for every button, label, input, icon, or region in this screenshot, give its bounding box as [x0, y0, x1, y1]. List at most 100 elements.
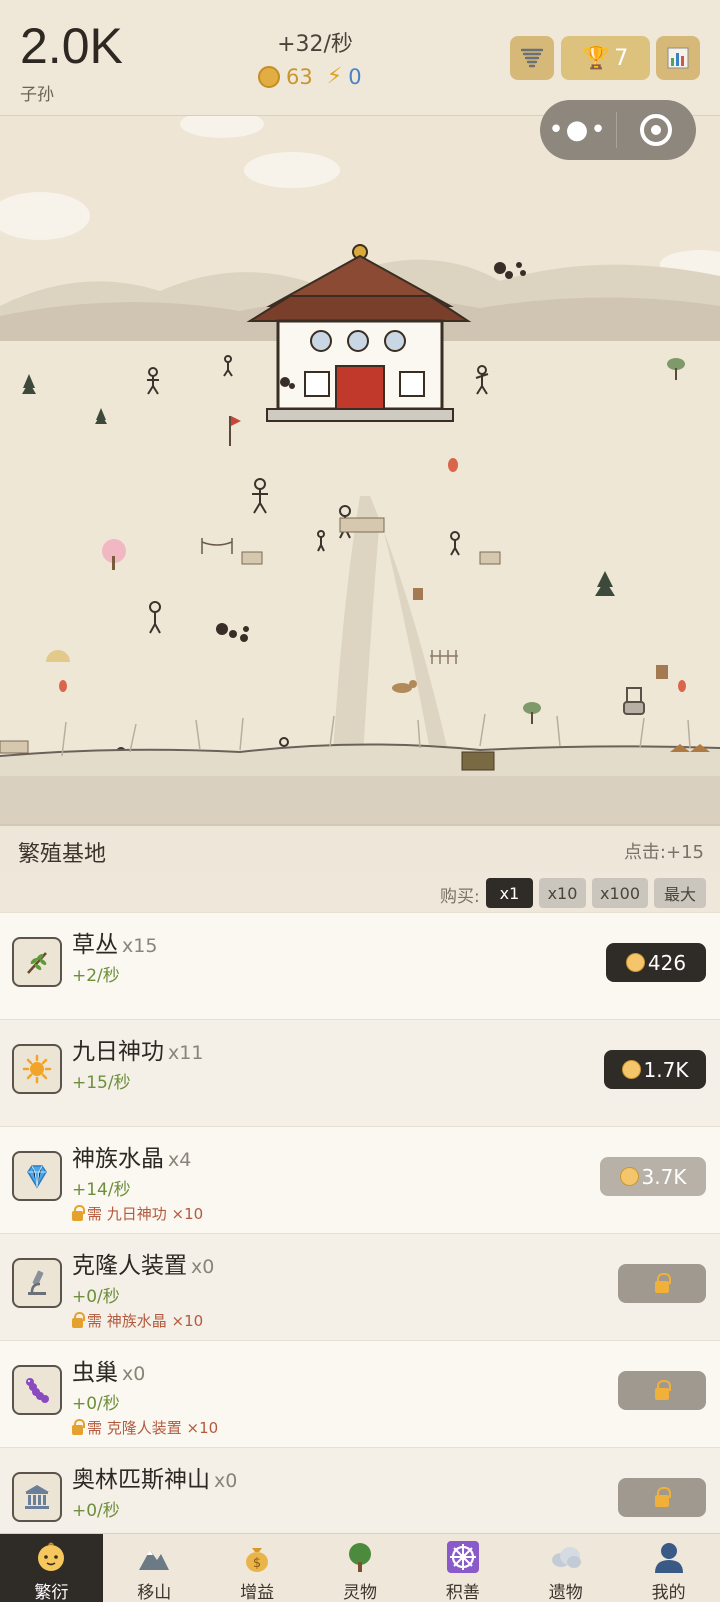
user-icon [652, 1540, 686, 1574]
buy-multiplier-bar: 购买: x1 x10 x100 最大 [0, 872, 720, 912]
scene-illustration [0, 116, 720, 824]
lock-icon [72, 1311, 85, 1328]
tab-label: 积善 [445, 1583, 480, 1602]
item-name: 奥林匹斯神山 x0 [72, 1467, 238, 1493]
target-icon [640, 114, 672, 146]
temple-icon [12, 1472, 62, 1522]
close-miniprogram-button[interactable] [617, 114, 695, 146]
lock-icon [655, 1272, 671, 1293]
bar-chart-icon [667, 47, 689, 69]
item-count: x0 [122, 1363, 146, 1385]
gem-icon [12, 1151, 62, 1201]
village-scene[interactable] [0, 116, 720, 824]
tornado-button[interactable] [510, 36, 554, 80]
top-header: 2.0K 子孙 +32/秒 63 ⚡ 0 🏆 7 [0, 0, 720, 116]
worm-icon [12, 1365, 62, 1415]
tab-boost[interactable]: $ 增益 [206, 1534, 309, 1602]
tab-charity[interactable]: 积善 [411, 1534, 514, 1602]
tornado-icon [520, 48, 544, 68]
item-name: 克隆人装置 x0 [72, 1253, 215, 1279]
item-count: x0 [214, 1470, 238, 1492]
lock-icon [655, 1379, 671, 1400]
energy-value: 0 [348, 64, 362, 89]
tab-reproduce[interactable]: 繁衍 [0, 1534, 103, 1602]
branch-icon [12, 937, 62, 987]
item-name: 虫巢 x0 [72, 1360, 146, 1386]
tab-label: 移山 [137, 1583, 172, 1602]
buy-item-button[interactable]: 3.7K [600, 1157, 706, 1196]
tab-profile[interactable]: 我的 [617, 1534, 720, 1602]
trophy-count: 7 [614, 45, 629, 71]
list-item: 克隆人装置 x0 +0/秒 需 神族水晶 ×10 [0, 1233, 720, 1340]
buy-item-button[interactable]: 426 [606, 943, 706, 982]
list-item: 神族水晶 x4 +14/秒 需 九日神功 ×10 3.7K [0, 1126, 720, 1233]
microscope-icon [12, 1258, 62, 1308]
sun-icon [12, 1044, 62, 1094]
location-name: 繁殖基地 [18, 842, 107, 867]
item-rate: +0/秒 [72, 1287, 120, 1307]
list-item: 奥林匹斯神山 x0 +0/秒 [0, 1447, 720, 1533]
item-count: x11 [168, 1042, 204, 1064]
tab-move-mountain[interactable]: 移山 [103, 1534, 206, 1602]
location-bar: 繁殖基地 点击:+15 [0, 824, 720, 872]
item-rate: +0/秒 [72, 1394, 120, 1414]
item-requirement: 需 九日神功 ×10 [72, 1203, 203, 1224]
buy-item-button[interactable]: 1.7K [604, 1050, 706, 1089]
tab-label: 灵物 [343, 1583, 377, 1602]
population-label: 子孙 [20, 85, 54, 105]
game-screen: 2.0K 子孙 +32/秒 63 ⚡ 0 🏆 7 •●• 繁殖基地 点击:+15… [0, 0, 720, 1602]
list-item: 草丛 x15 +2/秒 426 [0, 912, 720, 1019]
tab-label: 繁衍 [34, 1583, 69, 1602]
locked-item-button[interactable] [618, 1478, 706, 1517]
coin-icon [258, 65, 280, 88]
locked-item-button[interactable] [618, 1264, 706, 1303]
lock-icon [72, 1418, 85, 1435]
item-price: 3.7K [641, 1164, 687, 1189]
dharma-wheel-icon [446, 1540, 480, 1574]
currency-row: 63 ⚡ 0 [258, 64, 362, 89]
trophy-icon: 🏆 [582, 45, 611, 71]
baby-icon [621, 1060, 641, 1079]
population-value: 2.0K [20, 18, 123, 74]
buy-x10-button[interactable]: x10 [539, 878, 586, 908]
locked-item-button[interactable] [618, 1371, 706, 1410]
production-rate: +32/秒 [277, 32, 353, 57]
lock-icon [72, 1204, 85, 1221]
tab-relics[interactable]: 遗物 [514, 1534, 617, 1602]
trophy-button[interactable]: 🏆 7 [561, 36, 650, 80]
item-name: 神族水晶 x4 [72, 1146, 192, 1172]
tab-spirit[interactable]: 灵物 [309, 1534, 412, 1602]
lock-icon [655, 1486, 671, 1507]
item-rate: +2/秒 [72, 966, 120, 986]
item-count: x15 [122, 935, 158, 957]
click-bonus: 点击:+15 [623, 842, 704, 863]
item-name: 草丛 x15 [72, 932, 158, 958]
buy-label: 购买: [440, 887, 480, 907]
more-options-icon[interactable]: •●• [540, 115, 616, 145]
item-rate: +14/秒 [72, 1180, 131, 1200]
buy-x100-button[interactable]: x100 [592, 878, 648, 908]
item-rate: +15/秒 [72, 1073, 131, 1093]
mountain-icon [137, 1540, 171, 1574]
cloud-icon [549, 1540, 583, 1574]
money-bag-icon: $ [240, 1540, 274, 1574]
item-price: 426 [647, 950, 687, 975]
item-requirement: 需 克隆人装置 ×10 [72, 1417, 218, 1438]
stats-button[interactable] [656, 36, 700, 80]
bottom-tab-bar: 繁衍 移山 $ 增益 灵物 积善 遗物 我的 [0, 1533, 720, 1602]
buy-max-button[interactable]: 最大 [654, 878, 706, 908]
item-rate: +0/秒 [72, 1501, 120, 1521]
tab-label: 增益 [240, 1583, 275, 1602]
baby-icon [625, 953, 645, 972]
item-name: 九日神功 x11 [72, 1039, 204, 1065]
coin-value: 63 [286, 64, 313, 89]
list-item: 九日神功 x11 +15/秒 1.7K [0, 1019, 720, 1126]
lightning-icon: ⚡ [326, 64, 343, 89]
item-requirement: 需 神族水晶 ×10 [72, 1310, 203, 1331]
buy-x1-button[interactable]: x1 [486, 878, 533, 908]
tree-icon [343, 1540, 377, 1574]
baby-icon [34, 1540, 68, 1574]
item-count: x0 [191, 1256, 215, 1278]
miniprogram-capsule: •●• [540, 100, 696, 160]
svg-text:$: $ [253, 1556, 261, 1571]
